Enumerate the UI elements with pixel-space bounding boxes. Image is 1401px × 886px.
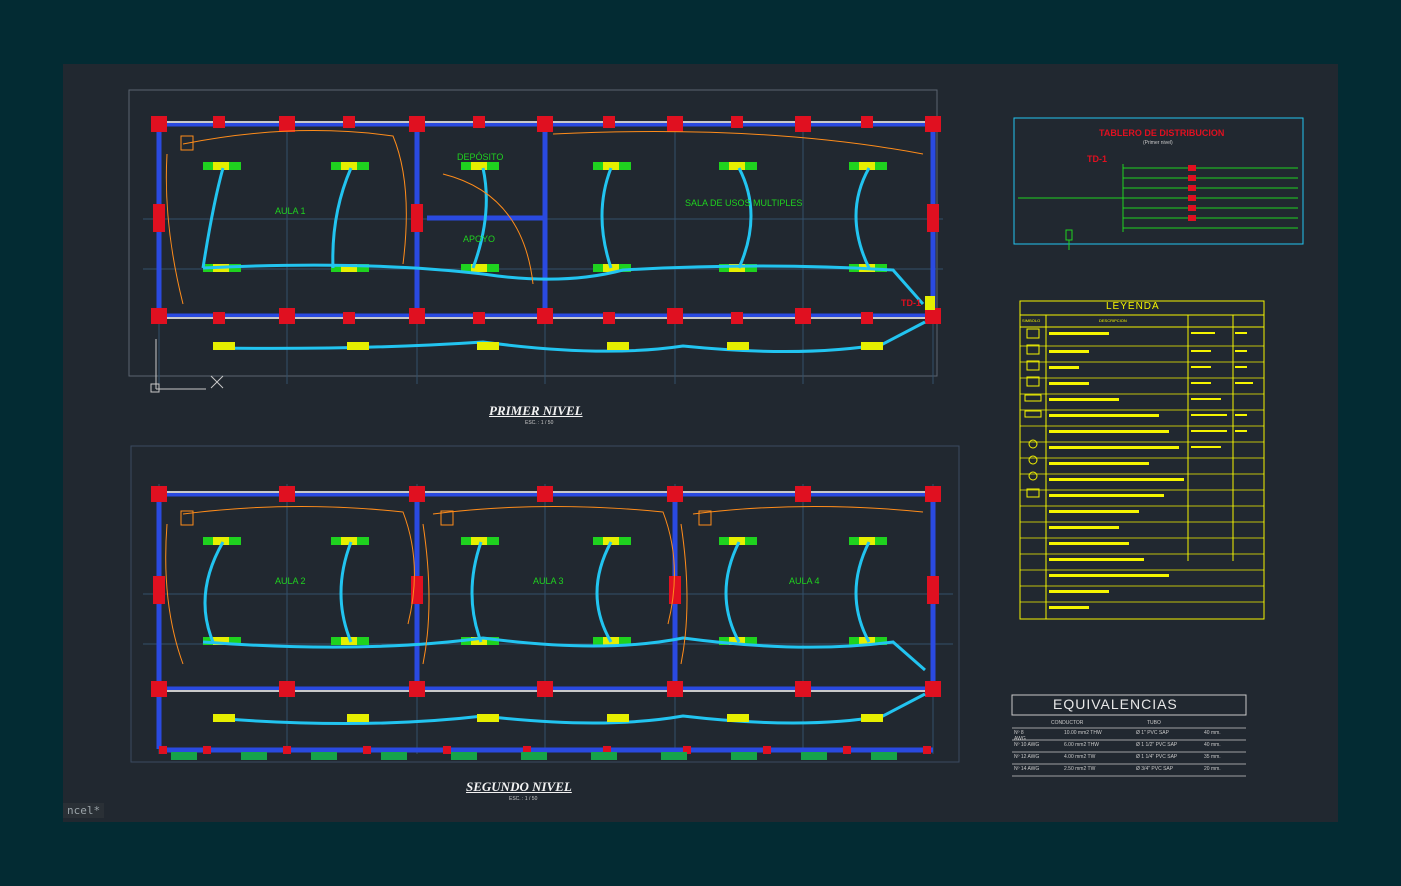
floor-plan-1 — [128, 89, 943, 393]
floor1-room-apoyo: APOYO — [463, 234, 496, 244]
eq-cell: Ø 3/4" PVC SAP — [1136, 766, 1174, 772]
eq-cell: 6.00 mm2 THW — [1064, 742, 1099, 748]
floor1-room-sum: SALA DE USOS MULTIPLES — [685, 198, 803, 208]
eq-cell: 40 mm. — [1204, 742, 1221, 748]
eq-cell: Nº 10 AWG — [1014, 742, 1040, 748]
floor2-title: SEGUNDO NIVEL — [466, 779, 572, 794]
drawing-canvas[interactable]: AULA 1 DEPÓSITO APOYO SALA DE USOS MULTI… — [63, 64, 1338, 822]
leyenda-header-symbol: SIMBOLO — [1022, 318, 1041, 323]
eq-cell: 35 mm. — [1204, 754, 1221, 760]
eq-cell: 20 mm. — [1204, 766, 1221, 772]
floor1-panel-tag: TD-1 — [901, 298, 921, 308]
floor1-title: PRIMER NIVEL — [489, 403, 583, 418]
floor2-room-aula2: AULA 2 — [275, 576, 306, 586]
floor-plan-2 — [130, 445, 960, 763]
eq-cell: 10.00 mm2 THW — [1064, 730, 1102, 736]
equivalencias-header-conductor: CONDUCTOR — [1051, 720, 1084, 726]
equivalencias-header-tubo: TUBO — [1147, 720, 1161, 726]
eq-cell: 2.50 mm2 TW — [1064, 766, 1096, 772]
tablero-title: TABLERO DE DISTRIBUCION — [1099, 128, 1225, 138]
leyenda-title: LEYENDA — [1106, 301, 1160, 312]
floor1-room-aula1: AULA 1 — [275, 206, 306, 216]
leyenda-table — [1019, 300, 1265, 620]
eq-cell: Nº 12 AWG — [1014, 754, 1040, 760]
equivalencias-title: EQUIVALENCIAS — [1053, 696, 1178, 712]
eq-cell: Ø 1" PVC SAP — [1136, 730, 1169, 736]
floor1-room-deposito: DEPÓSITO — [457, 152, 504, 162]
floor2-room-aula3: AULA 3 — [533, 576, 564, 586]
tablero-tag: TD-1 — [1087, 154, 1107, 164]
eq-cell: 40 mm. — [1204, 730, 1221, 736]
eq-cell: Ø 1 1/2" PVC SAP — [1136, 742, 1178, 748]
tablero-subtitle: (Primer nivel) — [1143, 140, 1173, 146]
eq-cell: Ø 1 1/4" PVC SAP — [1136, 754, 1178, 760]
floor2-scale: ESC. : 1 / 50 — [509, 796, 538, 802]
command-line[interactable]: ncel* — [63, 803, 105, 818]
leyenda-header-desc: DESCRIPCION — [1099, 318, 1127, 323]
floor1-scale: ESC. : 1 / 50 — [525, 420, 554, 426]
eq-cell: Nº 14 AWG — [1014, 766, 1040, 772]
floor2-room-aula4: AULA 4 — [789, 576, 820, 586]
eq-cell: Nº 8 AWG — [1014, 730, 1026, 742]
eq-cell: 4.00 mm2 TW — [1064, 754, 1096, 760]
